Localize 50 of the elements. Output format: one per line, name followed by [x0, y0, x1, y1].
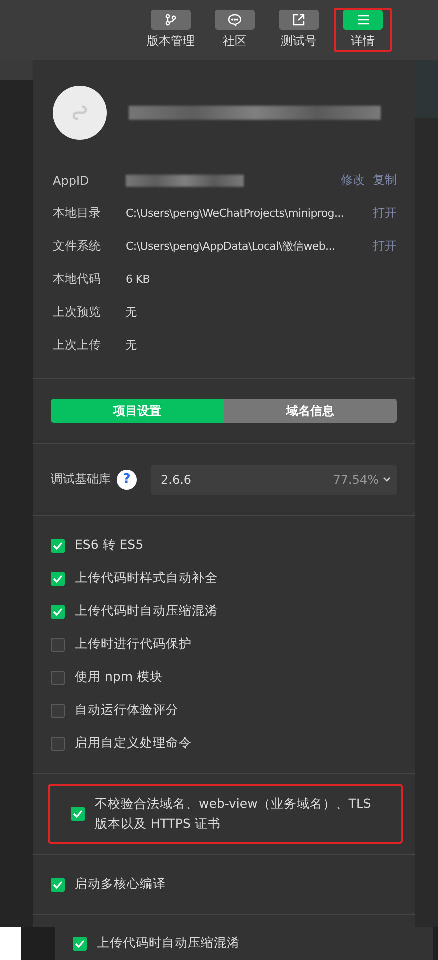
checkbox[interactable]	[51, 704, 65, 718]
toolbar-button[interactable]: 版本管理	[142, 8, 200, 52]
info-label: 文件系统	[53, 238, 102, 255]
info-value: 6 KB	[126, 273, 152, 286]
checkbox[interactable]	[51, 878, 65, 892]
checkbox[interactable]	[51, 572, 65, 586]
menu-icon	[358, 15, 368, 25]
info-action-link[interactable]: 修改	[341, 172, 365, 189]
blank-area	[0, 927, 21, 960]
base-library-select[interactable]: 2.6.6 77.54%	[151, 464, 397, 494]
chevron-down-icon	[383, 477, 391, 482]
checkbox[interactable]	[51, 670, 65, 684]
option-label: 上传代码时自动压缩混淆	[75, 603, 218, 620]
info-value: 无	[126, 338, 138, 353]
option-label: 启用自定义处理命令	[75, 735, 192, 752]
link-icon	[71, 104, 89, 122]
option-label: 上传时进行代码保护	[75, 636, 192, 653]
checkbox[interactable]	[51, 638, 65, 652]
info-label: 本地代码	[53, 271, 102, 288]
option-label: 自动运行体验评分	[75, 702, 179, 719]
option-label: 使用 npm 模块	[75, 669, 163, 686]
external-link-icon	[293, 14, 305, 26]
option-label: ES6 转 ES5	[75, 537, 144, 554]
toolbar-button[interactable]: 测试号	[270, 8, 328, 52]
option-label: 启动多核心编译	[75, 876, 166, 893]
checkbox[interactable]	[51, 736, 65, 750]
checkbox[interactable]	[73, 936, 87, 950]
base-library-label: 调试基础库	[51, 471, 111, 488]
option-label: 上传代码时自动压缩混淆	[97, 935, 240, 952]
info-label: 本地目录	[53, 205, 102, 222]
info-value: 无	[126, 305, 138, 320]
info-action-link[interactable]: 打开	[373, 238, 397, 255]
tab[interactable]: 域名信息	[224, 399, 397, 423]
info-label: 上次预览	[53, 304, 102, 321]
toolbar-button[interactable]: 详情	[334, 8, 392, 52]
toolbar-button[interactable]: 社区	[206, 8, 264, 52]
info-value: C:\Users\peng\AppData\Local\微信web...	[126, 239, 336, 254]
option-label: 不校验合法域名、web-view（业务域名）、TLS 版本以及 HTTPS 证书	[95, 795, 372, 833]
info-value: C:\Users\peng\WeChatProjects\miniprog...	[126, 207, 346, 220]
checkbox[interactable]	[71, 807, 85, 821]
help-icon[interactable]: ?	[117, 470, 137, 490]
checkbox[interactable]	[51, 604, 65, 618]
branch-icon	[165, 14, 177, 26]
info-action-link[interactable]: 打开	[373, 205, 397, 222]
info-action-link[interactable]: 复制	[373, 172, 397, 189]
info-label: AppID	[53, 174, 90, 188]
chat-icon	[228, 14, 242, 26]
option-label: 上传代码时样式自动补全	[75, 570, 218, 587]
info-label: 上次上传	[53, 337, 102, 354]
checkbox[interactable]	[51, 538, 65, 552]
